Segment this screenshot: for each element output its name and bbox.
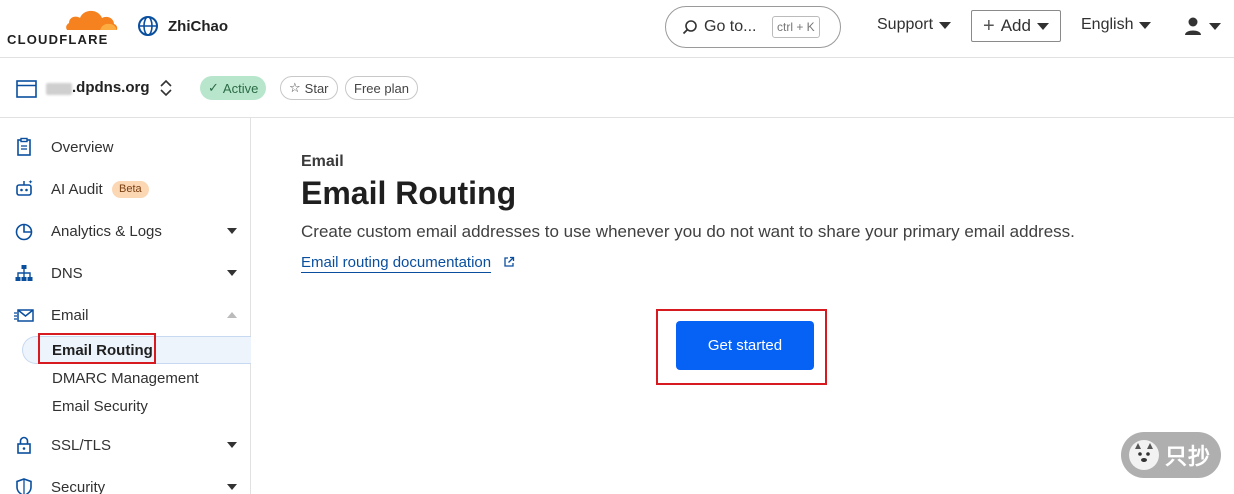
plus-icon: +	[983, 15, 995, 37]
caret-down-icon	[227, 442, 237, 448]
plan-badge[interactable]: Free plan	[345, 76, 418, 100]
add-button[interactable]: + Add	[971, 10, 1061, 42]
sidebar-item-analytics-logs[interactable]: Analytics & Logs	[0, 214, 250, 248]
beta-badge: Beta	[112, 180, 149, 198]
language-menu[interactable]: English	[1081, 16, 1152, 34]
caret-down-icon	[1139, 21, 1152, 29]
plan-label: Free plan	[354, 80, 409, 96]
search-input[interactable]: Go to... ctrl + K	[665, 6, 841, 48]
search-label: Go to...	[704, 18, 757, 35]
network-icon	[15, 265, 33, 281]
top-bar: CLOUDFLARE ZhiChao Go to... ctrl + K Sup…	[0, 0, 1234, 58]
cloudflare-logo[interactable]: CLOUDFLARE	[7, 6, 120, 47]
lock-icon	[17, 436, 31, 454]
caret-down-icon	[1036, 22, 1049, 30]
sidebar-item-overview[interactable]: Overview	[0, 130, 250, 164]
main-content: Email Email Routing Create custom email …	[251, 118, 1234, 494]
sidebar-item-label: SSL/TLS	[51, 436, 112, 454]
sidebar-item-label: Overview	[51, 138, 114, 156]
dog-face-icon	[1129, 440, 1159, 470]
external-link-icon[interactable]	[503, 256, 515, 268]
shield-icon	[16, 478, 32, 494]
support-label: Support	[877, 16, 934, 33]
account-name: ZhiChao	[168, 17, 228, 35]
caret-down-icon	[227, 228, 237, 234]
brand-wordmark: CLOUDFLARE	[7, 32, 109, 47]
sidebar-item-ssl-tls[interactable]: SSL/TLS	[0, 428, 250, 462]
envelope-icon	[14, 309, 34, 322]
user-menu[interactable]	[1184, 16, 1221, 36]
language-label: English	[1081, 16, 1134, 33]
zone-bar: .dpdns.org ✓ Active ☆ Star Free plan	[0, 58, 1234, 118]
get-started-button[interactable]: Get started	[676, 321, 814, 370]
clipboard-icon	[17, 137, 31, 156]
caret-up-icon	[227, 312, 237, 318]
sidebar-item-email[interactable]: Email	[0, 298, 250, 332]
highlight-box	[38, 333, 156, 364]
sidebar-item-label: DNS	[51, 264, 83, 282]
star-button[interactable]: ☆ Star	[280, 76, 338, 100]
star-label: Star	[304, 80, 329, 96]
user-icon	[1185, 17, 1201, 35]
status-badge: ✓ Active	[200, 76, 267, 100]
caret-down-icon	[227, 270, 237, 276]
sidebar-item-label: Security	[51, 478, 106, 494]
browser-window-icon	[16, 80, 37, 98]
sidebar-item-ai-audit[interactable]: ✦ AI Audit Beta	[0, 172, 250, 206]
page-title: Email Routing	[301, 175, 517, 211]
robot-icon: ✦	[16, 179, 33, 196]
redacted-text	[46, 83, 72, 95]
globe-icon	[138, 16, 158, 36]
sidebar-subitem-dmarc-management[interactable]: DMARC Management	[52, 370, 199, 387]
watermark-text: 只抄	[1165, 444, 1212, 469]
search-icon	[682, 20, 697, 35]
cloud-logo-icon	[62, 10, 120, 32]
sidebar-item-label: Analytics & Logs	[51, 222, 162, 240]
support-menu[interactable]: Support	[877, 16, 952, 34]
status-label: Active	[222, 80, 259, 96]
check-icon: ✓	[208, 80, 219, 95]
caret-down-icon	[227, 484, 237, 490]
watermark-badge: 只抄	[1121, 432, 1221, 478]
chevron-up-down-icon[interactable]	[159, 78, 173, 98]
account-switcher[interactable]: ZhiChao	[137, 15, 228, 37]
page-description: Create custom email addresses to use whe…	[301, 222, 1075, 241]
sidebar: Overview ✦ AI Audit Beta Analytics & Log…	[0, 118, 251, 494]
caret-down-icon	[1209, 22, 1221, 30]
zone-name[interactable]: .dpdns.org	[72, 79, 150, 96]
sidebar-subitem-email-security[interactable]: Email Security	[52, 398, 148, 415]
svg-text:✦: ✦	[28, 179, 33, 186]
search-shortcut: ctrl + K	[772, 16, 820, 38]
sidebar-item-label: AI Audit	[51, 180, 103, 198]
documentation-link[interactable]: Email routing documentation	[301, 254, 492, 273]
star-icon: ☆	[289, 80, 301, 95]
sidebar-item-dns[interactable]: DNS	[0, 256, 250, 290]
caret-down-icon	[939, 21, 952, 29]
sidebar-item-label: Email	[51, 306, 89, 324]
sidebar-item-security[interactable]: Security	[0, 470, 250, 494]
section-eyebrow: Email	[301, 153, 344, 170]
pie-chart-icon	[15, 223, 33, 241]
add-label: Add	[1000, 16, 1031, 35]
